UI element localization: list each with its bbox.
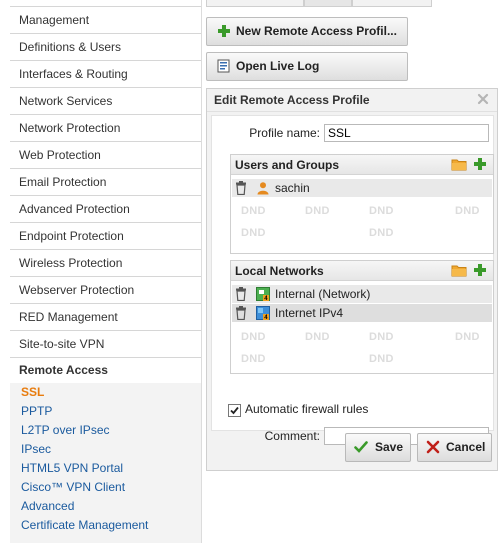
top-tab-2[interactable] (304, 0, 352, 7)
checkmark-icon (354, 441, 368, 453)
plus-icon (218, 25, 230, 37)
trash-icon[interactable] (235, 306, 247, 320)
list-item[interactable]: 4 Internal (Network) (232, 285, 492, 303)
add-icon[interactable] (473, 263, 487, 277)
new-remote-access-profile-label: New Remote Access Profil... (236, 24, 397, 38)
sidebar-item-interfaces-routing[interactable]: Interfaces & Routing (10, 61, 201, 88)
automatic-firewall-rules-checkbox[interactable] (228, 404, 241, 417)
dnd-placeholder: DND (241, 353, 266, 365)
save-button[interactable]: Save (345, 433, 411, 462)
automatic-firewall-rules-label[interactable]: Automatic firewall rules (245, 402, 368, 416)
open-live-log-label: Open Live Log (236, 59, 320, 73)
subnav-item-advanced[interactable]: Advanced (10, 497, 201, 516)
entry-label: Internal (Network) (275, 287, 371, 301)
sidebar-item-red-management[interactable]: RED Management (10, 304, 201, 331)
dnd-placeholder: DND (241, 205, 266, 217)
sidebar-nav: Management Definitions & Users Interface… (10, 6, 201, 358)
local-networks-header: Local Networks (231, 261, 493, 281)
sidebar-item-advanced-protection[interactable]: Advanced Protection (10, 196, 201, 223)
list-item[interactable]: sachin (232, 179, 492, 197)
dnd-placeholder: DND (369, 205, 394, 217)
users-groups-header: Users and Groups (231, 155, 493, 175)
dnd-placeholder: DND (241, 331, 266, 343)
folder-icon[interactable] (451, 158, 467, 171)
trash-icon[interactable] (235, 181, 247, 195)
local-networks-title: Local Networks (235, 264, 324, 278)
dnd-placeholder: DND (369, 227, 394, 239)
entry-label: sachin (275, 181, 310, 195)
dnd-placeholder: DND (369, 353, 394, 365)
cancel-icon (426, 440, 440, 454)
list-item[interactable]: 4 Internet IPv4 (232, 304, 492, 322)
subnav-item-certificate-management[interactable]: Certificate Management (10, 516, 201, 535)
profile-name-input[interactable] (324, 124, 489, 142)
subnav-item-cisco-vpn-client[interactable]: Cisco™ VPN Client (10, 478, 201, 497)
sidebar-item-network-services[interactable]: Network Services (10, 88, 201, 115)
sidebar-section-remote-access[interactable]: Remote Access (10, 358, 201, 382)
sidebar-item-webserver-protection[interactable]: Webserver Protection (10, 277, 201, 304)
dnd-placeholder: DND (455, 205, 480, 217)
dnd-placeholder: DND (455, 331, 480, 343)
subnav-item-html5-vpn-portal[interactable]: HTML5 VPN Portal (10, 459, 201, 478)
open-live-log-button[interactable]: Open Live Log (206, 52, 408, 81)
sidebar-item-web-protection[interactable]: Web Protection (10, 142, 201, 169)
subnav-item-pptp[interactable]: PPTP (10, 402, 201, 421)
subnav-item-ssl[interactable]: SSL (10, 383, 201, 402)
sidebar-item-endpoint-protection[interactable]: Endpoint Protection (10, 223, 201, 250)
trash-icon[interactable] (235, 287, 247, 301)
dialog-title: Edit Remote Access Profile (214, 93, 370, 107)
sidebar-item-network-protection[interactable]: Network Protection (10, 115, 201, 142)
dialog-body: Profile name: Users and Groups (211, 115, 494, 445)
folder-icon[interactable] (451, 264, 467, 277)
sidebar: Management Definitions & Users Interface… (0, 0, 201, 543)
local-networks-box: Local Networks 4 Internal (Network) 4 In… (230, 260, 494, 374)
profile-name-label: Profile name: (249, 126, 320, 140)
cancel-label: Cancel (446, 440, 486, 454)
internet-icon: 4 (256, 306, 270, 320)
network-icon: 4 (256, 287, 270, 301)
edit-profile-dialog: Edit Remote Access Profile Profile name:… (206, 88, 498, 471)
add-icon[interactable] (473, 157, 487, 171)
users-groups-box: Users and Groups sachin DND DND DND DND … (230, 154, 494, 254)
dnd-placeholder: DND (305, 205, 330, 217)
cancel-button[interactable]: Cancel (417, 433, 492, 462)
sidebar-item-site-to-site-vpn[interactable]: Site-to-site VPN (10, 331, 201, 358)
checkmark-icon (230, 406, 239, 415)
save-label: Save (375, 440, 404, 454)
sidebar-subnav: SSL PPTP L2TP over IPsec IPsec HTML5 VPN… (10, 383, 201, 543)
users-groups-title: Users and Groups (235, 158, 340, 172)
comment-label: Comment: (264, 429, 320, 443)
dnd-placeholder: DND (305, 331, 330, 343)
new-remote-access-profile-button[interactable]: New Remote Access Profil... (206, 17, 408, 46)
dialog-header: Edit Remote Access Profile (207, 89, 497, 112)
dnd-placeholder: DND (241, 227, 266, 239)
entry-label: Internet IPv4 (275, 306, 344, 320)
sidebar-divider (201, 0, 202, 543)
close-icon[interactable] (477, 93, 489, 105)
sidebar-item-email-protection[interactable]: Email Protection (10, 169, 201, 196)
subnav-item-l2tp-over-ipsec[interactable]: L2TP over IPsec (10, 421, 201, 440)
sidebar-item-definitions-users[interactable]: Definitions & Users (10, 34, 201, 61)
top-tab-1[interactable] (206, 0, 304, 7)
sidebar-item-wireless-protection[interactable]: Wireless Protection (10, 250, 201, 277)
dnd-placeholder: DND (369, 331, 394, 343)
live-log-icon (217, 59, 230, 73)
user-icon (257, 182, 269, 195)
sidebar-item-management[interactable]: Management (10, 6, 201, 34)
top-tab-3[interactable] (352, 0, 432, 7)
subnav-item-ipsec[interactable]: IPsec (10, 440, 201, 459)
